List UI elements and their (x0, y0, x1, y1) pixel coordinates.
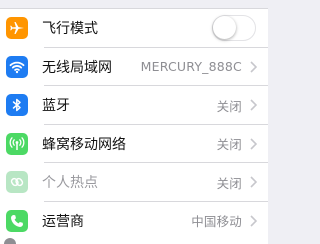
airplane-mode-row: 飞行模式 (0, 9, 268, 48)
cellular-status-value: 关闭 (216, 137, 242, 153)
bluetooth-status-value: 关闭 (216, 98, 242, 114)
corner-badge-icon (4, 238, 16, 244)
carrier-row[interactable]: 运营商 中国移动 (0, 201, 268, 240)
chevron-right-icon (248, 215, 258, 227)
toggle-knob (213, 16, 236, 40)
cellular-label: 蜂窝移动网络 (42, 136, 126, 153)
cellular-antenna-icon (6, 132, 28, 155)
chevron-right-icon (248, 138, 258, 150)
personal-hotspot-status-value: 关闭 (216, 175, 242, 191)
personal-hotspot-label: 个人热点 (42, 175, 98, 192)
airplane-mode-label: 飞行模式 (42, 21, 98, 38)
personal-hotspot-icon (6, 171, 28, 194)
cellular-row[interactable]: 蜂窝移动网络 关闭 (0, 124, 268, 163)
bluetooth-label: 蓝牙 (42, 98, 70, 115)
chevron-right-icon (248, 99, 258, 111)
wifi-label: 无线局域网 (42, 59, 112, 76)
bluetooth-row[interactable]: 蓝牙 关闭 (0, 86, 268, 125)
airplane-mode-toggle[interactable] (212, 15, 256, 42)
group-top-gap (0, 0, 268, 9)
chevron-right-icon (248, 176, 258, 188)
phone-icon (6, 209, 28, 232)
wifi-network-value: MERCURY_888C (140, 59, 242, 75)
bluetooth-icon (6, 94, 28, 117)
settings-list: 飞行模式 无线局域网 MERCURY_888C 蓝牙 关闭 蜂窝移动网络 关闭 … (0, 9, 268, 240)
carrier-value: 中国移动 (191, 214, 242, 230)
wifi-row[interactable]: 无线局域网 MERCURY_888C (0, 47, 268, 86)
personal-hotspot-row[interactable]: 个人热点 关闭 (0, 163, 268, 202)
carrier-label: 运营商 (42, 213, 84, 230)
settings-screen: 飞行模式 无线局域网 MERCURY_888C 蓝牙 关闭 蜂窝移动网络 关闭 … (0, 0, 268, 244)
wifi-icon (6, 55, 28, 78)
chevron-right-icon (248, 61, 258, 73)
airplane-icon (6, 17, 28, 40)
